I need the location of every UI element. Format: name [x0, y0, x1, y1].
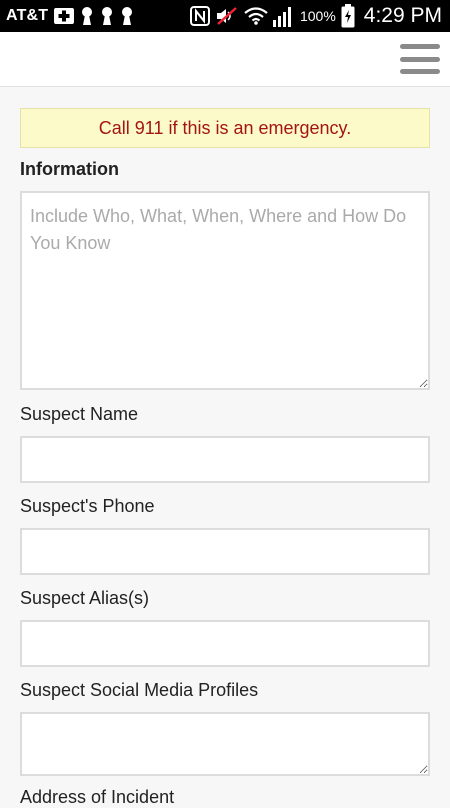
information-textarea[interactable]	[20, 191, 430, 390]
keyhole-icon	[80, 6, 94, 26]
suspect-name-label: Suspect Name	[20, 404, 139, 424]
carrier-label: AT&T	[6, 7, 49, 24]
information-label: Information	[20, 159, 119, 179]
status-right: 100% 4:29 PM	[189, 4, 442, 28]
keyhole-icon	[100, 6, 114, 26]
suspect-name-input[interactable]	[20, 436, 430, 483]
nfc-icon	[189, 6, 210, 26]
medical-cross-icon	[54, 7, 75, 25]
suspect-phone-label: Suspect's Phone	[20, 496, 155, 516]
suspect-social-label: Suspect Social Media Profiles	[20, 680, 259, 700]
tip-form: Call 911 if this is an emergency. Inform…	[20, 108, 430, 808]
suspect-social-textarea[interactable]	[20, 712, 430, 776]
suspect-alias-label: Suspect Alias(s)	[20, 588, 150, 608]
status-bar: AT&T 100% 4:29 PM	[0, 0, 450, 32]
menu-bar-bottom	[400, 69, 440, 74]
menu-bar-top	[400, 44, 440, 49]
address-label: Address of Incident	[20, 787, 175, 807]
battery-charging-icon	[341, 4, 355, 28]
emergency-alert: Call 911 if this is an emergency.	[20, 108, 430, 148]
hamburger-menu-icon[interactable]	[400, 42, 440, 76]
status-left: AT&T	[6, 6, 134, 26]
battery-percent: 100%	[299, 8, 336, 24]
keyhole-icon	[120, 6, 134, 26]
clock: 4:29 PM	[363, 4, 442, 27]
wifi-icon	[244, 7, 268, 25]
suspect-alias-input[interactable]	[20, 620, 430, 667]
app-header	[0, 32, 450, 87]
suspect-phone-input[interactable]	[20, 528, 430, 575]
menu-bar-middle	[400, 56, 440, 62]
signal-icon	[272, 5, 295, 27]
muted-speaker-icon	[215, 6, 239, 26]
